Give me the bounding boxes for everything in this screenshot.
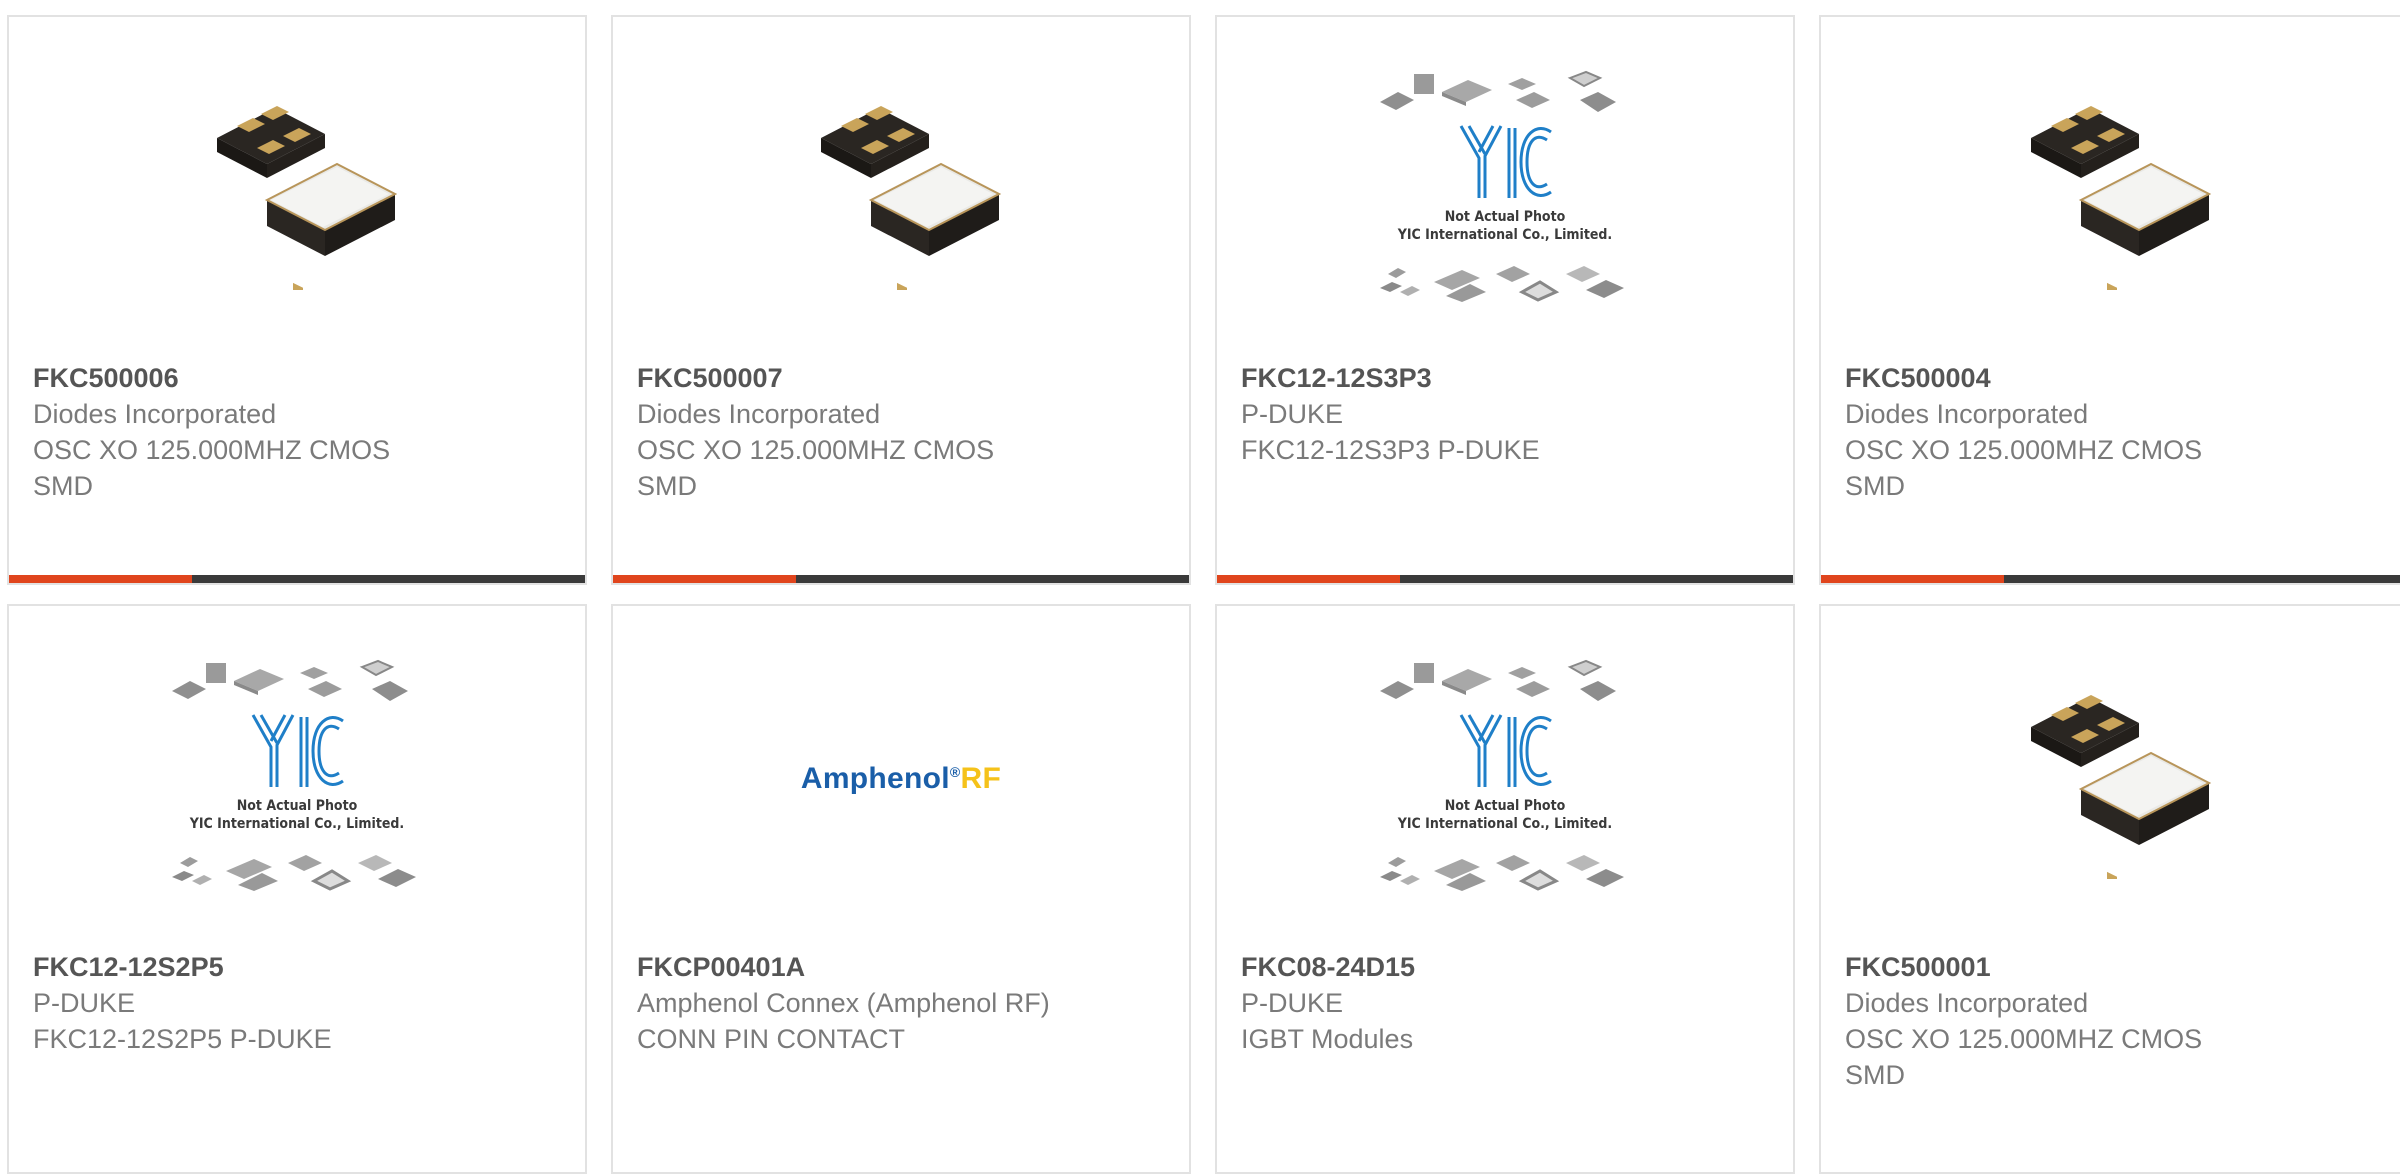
description: OSC XO 125.000MHZ CMOS SMD (1845, 1024, 2203, 1090)
part-number[interactable]: FKC500001 (1845, 949, 2387, 985)
yic-placeholder-image: Not Actual Photo YIC International Co., … (1370, 659, 1640, 899)
description: FKC12-12S2P5 P-DUKE (33, 1024, 332, 1054)
note-line-1: Not Actual Photo (1444, 208, 1566, 225)
product-card[interactable]: FKC500004 Diodes Incorporated OSC XO 125… (1819, 15, 2400, 585)
product-image[interactable]: Not Actual Photo YIC International Co., … (1217, 606, 1793, 951)
not-actual-photo-note: Not Actual Photo YIC International Co., … (1370, 208, 1640, 244)
note-line-1: Not Actual Photo (236, 797, 358, 814)
card-footer-bar (613, 575, 1189, 583)
product-card[interactable]: FKC500001 Diodes Incorporated OSC XO 125… (1819, 604, 2400, 1174)
card-footer-bar (9, 575, 585, 583)
not-actual-photo-note: Not Actual Photo YIC International Co., … (162, 797, 432, 833)
crystal-oscillator-image (2031, 105, 2211, 290)
part-number[interactable]: FKC12-12S2P5 (33, 949, 565, 985)
description: CONN PIN CONTACT (637, 1024, 905, 1054)
description: IGBT Modules (1241, 1024, 1414, 1054)
description: OSC XO 125.000MHZ CMOS SMD (637, 435, 995, 501)
product-image[interactable]: Not Actual Photo YIC International Co., … (1217, 17, 1793, 362)
product-card[interactable]: FKC500006 Diodes Incorporated OSC XO 125… (7, 15, 587, 585)
note-line-2: YIC International Co., Limited. (1397, 226, 1613, 243)
crystal-oscillator-image (2031, 694, 2211, 879)
card-footer-bar (1821, 575, 2400, 583)
product-image[interactable]: Amphenol®RF (613, 606, 1189, 951)
part-number[interactable]: FKC08-24D15 (1241, 949, 1773, 985)
description: OSC XO 125.000MHZ CMOS SMD (33, 435, 391, 501)
note-line-1: Not Actual Photo (1444, 797, 1566, 814)
product-image[interactable] (613, 17, 1189, 362)
product-card[interactable]: Not Actual Photo YIC International Co., … (1215, 604, 1795, 1174)
description: OSC XO 125.000MHZ CMOS SMD (1845, 435, 2203, 501)
manufacturer: Diodes Incorporated (637, 399, 881, 429)
yic-logo-icon (1459, 713, 1552, 787)
manufacturer: Amphenol Connex (Amphenol RF) (637, 988, 1050, 1018)
part-number[interactable]: FKC500006 (33, 360, 565, 396)
product-image[interactable] (9, 17, 585, 362)
product-card[interactable]: Not Actual Photo YIC International Co., … (7, 604, 587, 1174)
part-number[interactable]: FKC500007 (637, 360, 1169, 396)
manufacturer: P-DUKE (1241, 399, 1344, 429)
product-card[interactable]: FKC500007 Diodes Incorporated OSC XO 125… (611, 15, 1191, 585)
chips-icon (172, 659, 408, 701)
description: FKC12-12S3P3 P-DUKE (1241, 435, 1540, 465)
product-grid: FKC500006 Diodes Incorporated OSC XO 125… (0, 0, 2400, 1174)
yic-logo-icon (1459, 124, 1552, 198)
part-number[interactable]: FKC12-12S3P3 (1241, 360, 1773, 396)
note-line-2: YIC International Co., Limited. (189, 815, 405, 832)
chips-icon (172, 854, 416, 891)
manufacturer: Diodes Incorporated (33, 399, 277, 429)
manufacturer: Diodes Incorporated (1845, 399, 2089, 429)
amphenol-rf-logo: Amphenol®RF (800, 761, 1002, 795)
product-card[interactable]: Not Actual Photo YIC International Co., … (1215, 15, 1795, 585)
card-footer-bar (1217, 575, 1793, 583)
part-number[interactable]: FKC500004 (1845, 360, 2387, 396)
chips-icon (1380, 854, 1624, 891)
chips-icon (1380, 70, 1616, 112)
accent-bar (613, 575, 796, 583)
note-line-2: YIC International Co., Limited. (1397, 815, 1613, 832)
crystal-oscillator-image (217, 105, 397, 290)
manufacturer: P-DUKE (1241, 988, 1344, 1018)
product-image[interactable] (1821, 606, 2400, 951)
manufacturer: P-DUKE (33, 988, 136, 1018)
accent-bar (1821, 575, 2004, 583)
product-image[interactable]: Not Actual Photo YIC International Co., … (9, 606, 585, 951)
not-actual-photo-note: Not Actual Photo YIC International Co., … (1370, 797, 1640, 833)
chips-icon (1380, 659, 1616, 701)
part-number[interactable]: FKCP00401A (637, 949, 1169, 985)
accent-bar (1217, 575, 1400, 583)
manufacturer: Diodes Incorporated (1845, 988, 2089, 1018)
crystal-oscillator-image (821, 105, 1001, 290)
yic-placeholder-image: Not Actual Photo YIC International Co., … (162, 659, 432, 899)
yic-placeholder-image: Not Actual Photo YIC International Co., … (1370, 70, 1640, 310)
chips-icon (1380, 265, 1624, 302)
product-image[interactable] (1821, 17, 2400, 362)
accent-bar (9, 575, 192, 583)
product-card[interactable]: Amphenol®RF FKCP00401A Amphenol Connex (… (611, 604, 1191, 1174)
yic-logo-icon (251, 713, 344, 787)
